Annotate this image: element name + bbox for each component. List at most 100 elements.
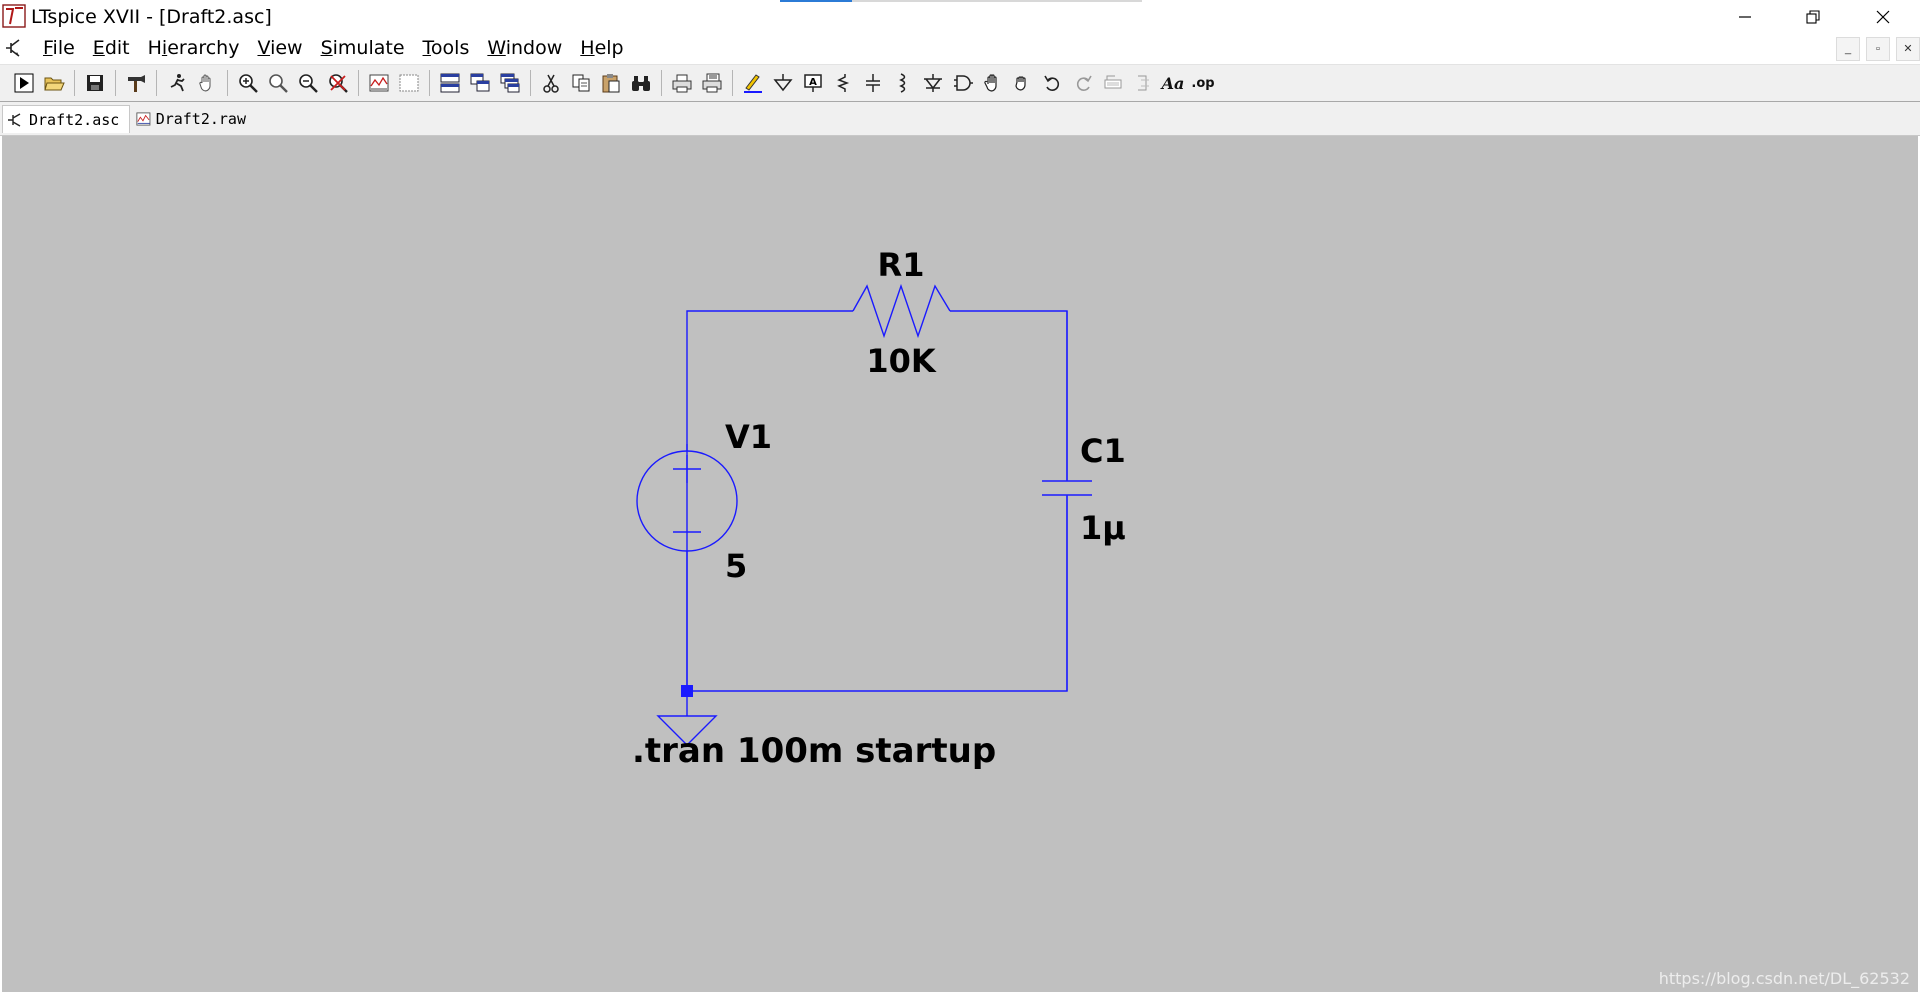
restore-button[interactable] bbox=[1790, 0, 1836, 33]
zoom-fit-icon bbox=[269, 74, 288, 93]
tab-label: Draft2.asc bbox=[29, 110, 120, 129]
v1-value-label[interactable]: 5 bbox=[725, 547, 747, 585]
mirror-component-icon bbox=[1138, 75, 1149, 91]
minimize-icon bbox=[1739, 15, 1751, 18]
mdi-restore-button[interactable]: ▫ bbox=[1866, 37, 1890, 61]
ltspice-app-icon[interactable] bbox=[2, 3, 28, 29]
control-panel-button[interactable] bbox=[121, 68, 151, 98]
schematic-drawing[interactable]: R1 10K V1 5 C1 1μ .tran 100m startup bbox=[2, 136, 1918, 992]
run-halt-button[interactable] bbox=[162, 68, 192, 98]
place-resistor-button[interactable] bbox=[828, 68, 858, 98]
run-button[interactable] bbox=[9, 68, 39, 98]
toolbar-separator bbox=[227, 70, 228, 96]
menu-window[interactable]: Window bbox=[478, 33, 571, 64]
net-label-icon: A bbox=[804, 74, 822, 92]
wire-top-right[interactable] bbox=[950, 310, 1068, 480]
mdi-close-button[interactable]: ✕ bbox=[1896, 37, 1920, 61]
pan-button[interactable] bbox=[192, 68, 222, 98]
tile-horizontal-icon bbox=[440, 73, 460, 93]
minimize-button[interactable] bbox=[1722, 0, 1768, 33]
svg-text:A: A bbox=[809, 77, 817, 88]
open-button[interactable] bbox=[39, 68, 69, 98]
spice-directive-button[interactable]: .op bbox=[1188, 68, 1218, 98]
close-button[interactable] bbox=[1860, 0, 1906, 33]
place-ground-button[interactable] bbox=[768, 68, 798, 98]
undo-button[interactable] bbox=[1038, 68, 1068, 98]
hand-icon bbox=[199, 74, 211, 92]
schematic-document-icon[interactable] bbox=[4, 37, 26, 59]
zoom-in-button[interactable] bbox=[233, 68, 263, 98]
cascade-windows-icon bbox=[470, 73, 490, 92]
autorange-button[interactable] bbox=[364, 68, 394, 98]
menu-simulate[interactable]: Simulate bbox=[312, 33, 414, 64]
r1-name-label[interactable]: R1 bbox=[878, 246, 925, 284]
tab-draft2-asc[interactable]: Draft2.asc bbox=[2, 105, 130, 133]
drag-button[interactable] bbox=[1008, 68, 1038, 98]
inductor-icon bbox=[899, 73, 906, 93]
save-button[interactable] bbox=[80, 68, 110, 98]
print-setup-button[interactable] bbox=[697, 68, 727, 98]
place-component-button[interactable] bbox=[948, 68, 978, 98]
toolbar-separator bbox=[661, 70, 662, 96]
find-button[interactable] bbox=[626, 68, 656, 98]
zoom-full-button[interactable] bbox=[263, 68, 293, 98]
rotate-button[interactable] bbox=[1098, 68, 1128, 98]
menu-bar: File Edit Hierarchy View Simulate Tools … bbox=[0, 33, 1920, 65]
pencil-icon bbox=[744, 74, 762, 93]
and-gate-icon bbox=[954, 75, 973, 91]
paste-clipboard-icon bbox=[602, 74, 620, 93]
zoom-in-icon bbox=[239, 74, 258, 93]
v1-name-label[interactable]: V1 bbox=[725, 418, 772, 456]
tile-horizontally-button[interactable] bbox=[435, 68, 465, 98]
print-button[interactable] bbox=[667, 68, 697, 98]
copy-icon bbox=[572, 74, 590, 92]
zoom-out-button[interactable] bbox=[293, 68, 323, 98]
toolbar-buttons: A Aa .op bbox=[9, 68, 1218, 98]
run-icon bbox=[14, 73, 34, 93]
zoom-cancel-button[interactable] bbox=[323, 68, 353, 98]
copy-button[interactable] bbox=[566, 68, 596, 98]
hammer-icon bbox=[128, 75, 145, 92]
draw-wire-button[interactable] bbox=[738, 68, 768, 98]
place-capacitor-button[interactable] bbox=[858, 68, 888, 98]
toolbar: A Aa .op bbox=[0, 65, 1920, 102]
spice-directive[interactable]: .tran 100m startup bbox=[632, 731, 996, 771]
window-title: LTspice XVII - [Draft2.asc] bbox=[31, 6, 272, 28]
cascade-button[interactable] bbox=[495, 68, 525, 98]
running-man-icon bbox=[170, 74, 185, 92]
menu-tools[interactable]: Tools bbox=[414, 33, 479, 64]
menu-edit[interactable]: Edit bbox=[84, 33, 139, 64]
place-diode-button[interactable] bbox=[918, 68, 948, 98]
menu-hierarchy[interactable]: Hierarchy bbox=[139, 33, 249, 64]
place-inductor-button[interactable] bbox=[888, 68, 918, 98]
waveform-autorange-icon bbox=[369, 74, 389, 92]
menu-file[interactable]: File bbox=[34, 33, 84, 64]
ground-node-junction[interactable] bbox=[681, 685, 693, 697]
mirror-button[interactable] bbox=[1128, 68, 1158, 98]
mdi-minimize-button[interactable]: _ bbox=[1836, 37, 1860, 61]
menu-view[interactable]: View bbox=[248, 33, 311, 64]
delete-traces-button[interactable] bbox=[394, 68, 424, 98]
zoom-cancel-icon bbox=[329, 74, 348, 93]
tab-draft2-raw[interactable]: Draft2.raw bbox=[132, 105, 252, 133]
label-net-button[interactable]: A bbox=[798, 68, 828, 98]
redo-button[interactable] bbox=[1068, 68, 1098, 98]
waveform-grid-icon bbox=[399, 74, 419, 92]
r1-value-label[interactable]: 10K bbox=[866, 342, 937, 380]
wire-right[interactable] bbox=[686, 496, 1068, 692]
tile-vertically-button[interactable] bbox=[465, 68, 495, 98]
move-button[interactable] bbox=[978, 68, 1008, 98]
schematic-tab-icon bbox=[8, 112, 21, 127]
cut-button[interactable] bbox=[536, 68, 566, 98]
ground-icon bbox=[773, 74, 793, 92]
folder-open-icon bbox=[44, 77, 65, 91]
paste-button[interactable] bbox=[596, 68, 626, 98]
capacitor-c1[interactable] bbox=[1042, 311, 1092, 691]
watermark: https://blog.csdn.net/DL_62532 bbox=[1658, 969, 1910, 988]
resistor-r1[interactable] bbox=[852, 283, 951, 339]
c1-name-label[interactable]: C1 bbox=[1080, 432, 1126, 470]
menu-help[interactable]: Help bbox=[571, 33, 632, 64]
schematic-canvas[interactable]: R1 10K V1 5 C1 1μ .tran 100m startup htt… bbox=[2, 136, 1918, 992]
text-button[interactable]: Aa bbox=[1158, 68, 1188, 98]
c1-value-label[interactable]: 1μ bbox=[1080, 509, 1126, 547]
